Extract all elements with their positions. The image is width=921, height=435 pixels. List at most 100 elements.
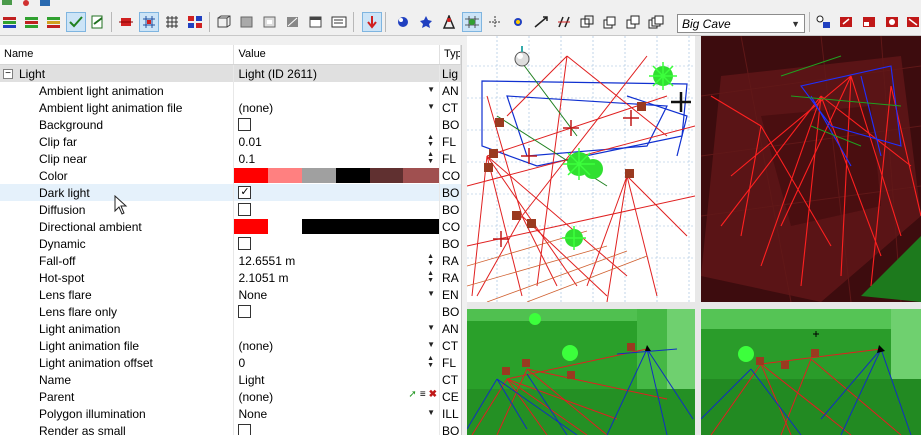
property-value[interactable]: Light: [234, 371, 441, 388]
property-value[interactable]: None ▼: [234, 405, 441, 422]
color-swatch-bar[interactable]: [234, 168, 440, 183]
property-row[interactable]: Lens flare only BO: [0, 303, 461, 320]
property-row[interactable]: Dynamic BO: [0, 235, 461, 252]
cube-stack-icon[interactable]: [600, 12, 620, 32]
property-value[interactable]: [234, 235, 441, 252]
square-outline-icon[interactable]: [260, 12, 280, 32]
property-value[interactable]: 0 ▲ ▼: [234, 354, 441, 371]
property-row[interactable]: Clip far 0.01 ▲ ▼ FL: [0, 133, 461, 150]
property-checkbox[interactable]: [238, 118, 252, 131]
viewport-front[interactable]: [467, 309, 695, 435]
header-name[interactable]: Name: [0, 45, 235, 64]
red-box-4-icon[interactable]: [903, 12, 921, 32]
cube-frame-icon[interactable]: [214, 12, 234, 32]
property-value[interactable]: [234, 422, 441, 435]
dropdown-arrow-icon[interactable]: ▼: [427, 408, 435, 417]
spinner-icon[interactable]: ▲ ▼: [427, 151, 434, 165]
quad-view-icon[interactable]: [185, 12, 205, 32]
user-cube-icon[interactable]: [813, 12, 833, 32]
fuzzy-grid-icon[interactable]: [485, 12, 505, 32]
property-value[interactable]: (none) ➚ ≡ ✖: [234, 388, 441, 405]
property-row[interactable]: Directional ambient CO: [0, 218, 461, 235]
property-value[interactable]: ▼: [234, 320, 441, 337]
window-icon[interactable]: [306, 12, 326, 32]
property-value[interactable]: 2.1051 m ▲ ▼: [234, 269, 441, 286]
property-row[interactable]: Color CO: [0, 167, 461, 184]
mirror-icon[interactable]: [554, 12, 574, 32]
check-layer-icon[interactable]: [66, 12, 86, 32]
property-row[interactable]: Ambient light animation ▼ AN: [0, 82, 461, 99]
property-value[interactable]: [234, 167, 441, 184]
texture-icon[interactable]: [283, 12, 303, 32]
light-globe-icon[interactable]: [393, 12, 413, 32]
property-value[interactable]: 0.01 ▲ ▼: [234, 133, 441, 150]
property-checkbox[interactable]: [238, 305, 252, 318]
snap-grid-icon[interactable]: [139, 12, 159, 32]
color-swatch[interactable]: [403, 168, 440, 183]
spot-light-icon[interactable]: [439, 12, 459, 32]
cube-pair-icon[interactable]: [623, 12, 643, 32]
cube-layers-icon[interactable]: [646, 12, 666, 32]
property-value[interactable]: None ▼: [234, 286, 441, 303]
spinner-icon[interactable]: ▲ ▼: [427, 134, 434, 148]
property-row[interactable]: Polygon illumination None ▼ ILL: [0, 405, 461, 422]
sun-icon[interactable]: [508, 12, 528, 32]
property-row[interactable]: Fall-off 12.6551 m ▲ ▼ RA: [0, 252, 461, 269]
property-row[interactable]: Render as small BO: [0, 422, 461, 435]
property-value[interactable]: ▼: [234, 82, 441, 99]
property-row[interactable]: Dark light ✓ BO: [0, 184, 461, 201]
red-box-1-icon[interactable]: [836, 12, 856, 32]
spinner-icon[interactable]: ▲ ▼: [427, 270, 434, 284]
property-row[interactable]: Lens flare None ▼ EN: [0, 286, 461, 303]
console-icon[interactable]: [329, 12, 349, 32]
color-swatch-bar[interactable]: [234, 219, 440, 234]
grid-icon[interactable]: [162, 12, 182, 32]
color-swatch[interactable]: [268, 219, 303, 234]
property-row[interactable]: Parent (none) ➚ ≡ ✖ CE: [0, 388, 461, 405]
property-value[interactable]: (none) ▼: [234, 337, 441, 354]
dropdown-arrow-icon[interactable]: ▼: [427, 102, 435, 111]
dropdown-arrow-icon[interactable]: ▼: [427, 323, 435, 332]
spinner-icon[interactable]: ▲ ▼: [427, 355, 434, 369]
dropdown-arrow-icon[interactable]: ▼: [427, 289, 435, 298]
color-swatch[interactable]: [268, 168, 303, 183]
property-value[interactable]: (none) ▼: [234, 99, 441, 116]
property-checkbox[interactable]: [238, 203, 252, 216]
square-solid-icon[interactable]: [237, 12, 257, 32]
property-value[interactable]: [234, 303, 441, 320]
viewport-top[interactable]: [467, 36, 695, 302]
red-box-3-icon[interactable]: [882, 12, 902, 32]
pick-icon[interactable]: ➚: [408, 389, 416, 400]
property-row[interactable]: Light animation file (none) ▼ CT: [0, 337, 461, 354]
clear-icon[interactable]: ✖: [429, 389, 437, 400]
property-row[interactable]: Diffusion BO: [0, 201, 461, 218]
property-value[interactable]: 12.6551 m ▲ ▼: [234, 252, 441, 269]
cube-copy-icon[interactable]: [577, 12, 597, 32]
property-value[interactable]: [234, 201, 441, 218]
viewport-side[interactable]: [701, 309, 921, 435]
collapse-icon[interactable]: −: [3, 68, 13, 79]
property-checkbox[interactable]: [238, 424, 252, 435]
layers-red-icon[interactable]: [0, 12, 20, 32]
color-swatch[interactable]: [234, 219, 269, 234]
property-checkbox[interactable]: ✓: [238, 186, 252, 199]
property-value[interactable]: [234, 218, 441, 235]
select-red-icon[interactable]: [116, 12, 136, 32]
property-row[interactable]: Name Light CT: [0, 371, 461, 388]
move-down-icon[interactable]: [362, 12, 382, 32]
property-row[interactable]: Light animation offset 0 ▲ ▼ FL: [0, 354, 461, 371]
edit-layer-icon[interactable]: [88, 12, 108, 32]
color-swatch[interactable]: [302, 219, 440, 234]
dropdown-arrow-icon[interactable]: ▼: [427, 340, 435, 349]
arrows-icon[interactable]: [531, 12, 551, 32]
color-swatch[interactable]: [335, 168, 370, 183]
red-box-2-icon[interactable]: [859, 12, 879, 32]
property-row[interactable]: Light animation ▼ AN: [0, 320, 461, 337]
star-light-icon[interactable]: [416, 12, 436, 32]
property-row[interactable]: Background BO: [0, 116, 461, 133]
view-select[interactable]: Big Cave ▼: [677, 14, 805, 33]
spinner-icon[interactable]: ▲ ▼: [427, 253, 434, 267]
color-swatch[interactable]: [369, 168, 404, 183]
color-swatch[interactable]: [234, 168, 269, 183]
viewport-splitter-vertical[interactable]: [695, 36, 701, 435]
